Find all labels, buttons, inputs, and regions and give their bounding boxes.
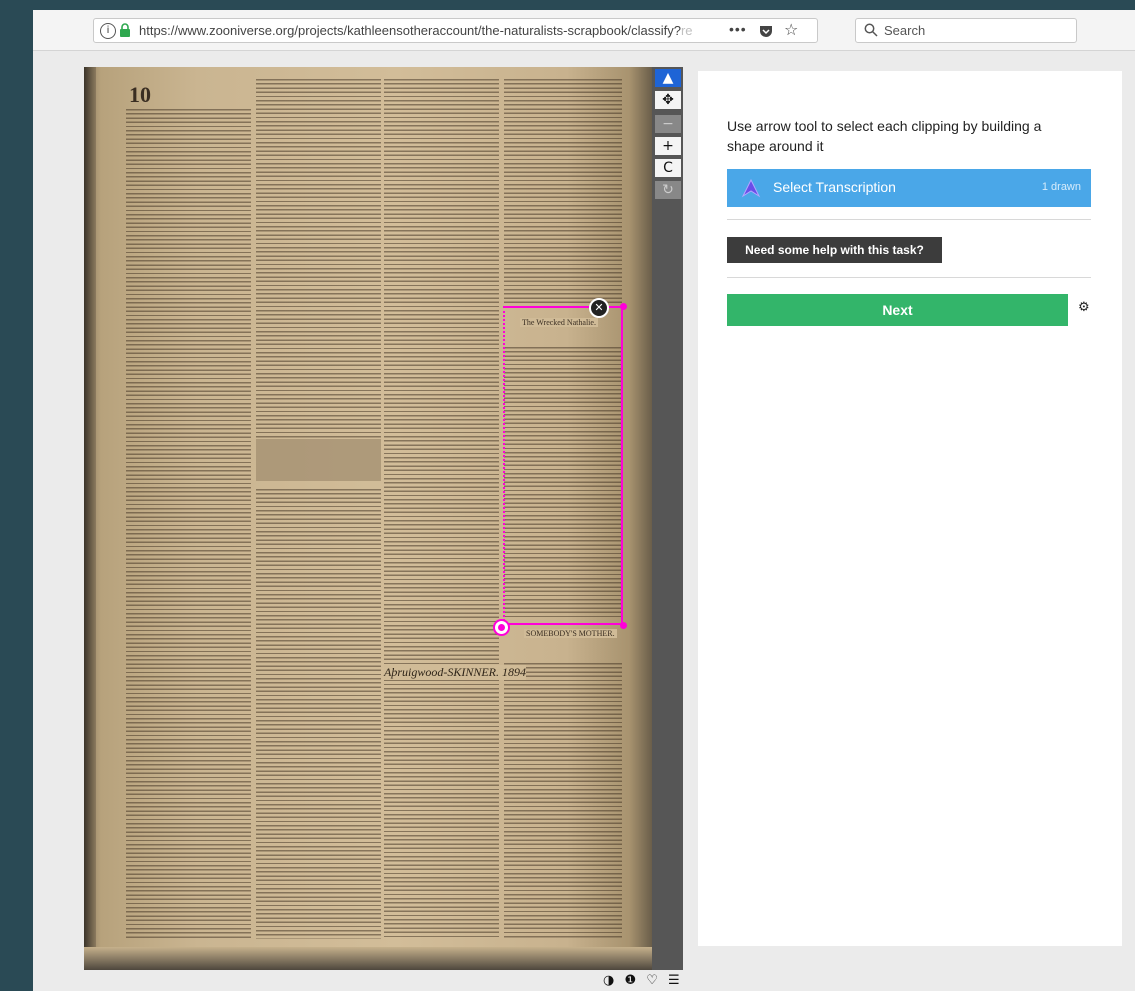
help-button[interactable]: Need some help with this task? [727, 237, 942, 263]
drawing-tool-icon [741, 178, 761, 198]
divider [727, 219, 1091, 220]
clipping-title: SOMEBODY'S MOTHER. [524, 629, 617, 638]
search-placeholder: Search [884, 23, 926, 38]
search-icon [864, 23, 878, 37]
text-column [126, 109, 251, 939]
task-instruction: Use arrow tool to select each clipping b… [727, 118, 1042, 154]
viewer-footer-controls[interactable]: ◑ ❶ ♡ ☰ [603, 973, 683, 988]
delete-shape-icon[interactable]: ✕ [589, 298, 609, 318]
text-column [256, 489, 381, 939]
next-button[interactable]: Next [727, 294, 1068, 326]
text-column [504, 663, 622, 939]
pointer-tool-icon[interactable]: ▲ [655, 69, 681, 87]
text-column [384, 79, 499, 939]
divider [727, 277, 1091, 278]
book-spine [84, 67, 96, 970]
handwritten-note: Aþruigwood-SKINNER. 1894 [384, 665, 527, 680]
zoom-in-icon[interactable]: + [655, 137, 681, 155]
gear-icon[interactable]: ⚙ [1078, 300, 1090, 315]
search-box[interactable]: Search [855, 18, 1077, 43]
subject-viewer[interactable]: 10 The Wrecked Nathalie. SOMEBODY'S MOTH… [84, 67, 683, 970]
select-transcription-tool[interactable]: Select Transcription 1 drawn [727, 169, 1091, 207]
page-number: 10 [129, 82, 151, 107]
browser-toolbar: i https://www.zooniverse.org/projects/ka… [33, 10, 1135, 51]
bookmark-star-icon[interactable]: ☆ [784, 20, 798, 39]
reset-view-icon[interactable]: C [655, 159, 681, 177]
lock-icon [120, 23, 130, 37]
move-tool-icon[interactable]: ✥ [655, 91, 681, 109]
tool-label: Select Transcription [773, 179, 896, 195]
drawn-count: 1 drawn [1041, 181, 1081, 193]
url-text: https://www.zooniverse.org/projects/kath… [139, 23, 693, 38]
zoom-out-icon[interactable]: − [655, 115, 681, 133]
vertex-handle[interactable] [620, 303, 627, 310]
illustration [256, 439, 381, 481]
text-column [256, 79, 381, 439]
page-actions-button[interactable]: ••• [729, 21, 747, 37]
selection-shape[interactable] [503, 306, 623, 625]
pocket-icon[interactable] [759, 24, 773, 38]
vertex-handle[interactable] [620, 622, 627, 629]
address-bar[interactable]: i https://www.zooniverse.org/projects/ka… [93, 18, 818, 43]
text-column [504, 79, 622, 309]
rotate-icon[interactable]: ↻ [655, 181, 681, 199]
page-shadow [84, 947, 652, 970]
task-panel: Use arrow tool to select each clipping b… [698, 71, 1122, 946]
viewer-toolbar: ▲ ✥ − + C ↻ [653, 67, 683, 207]
site-info-icon[interactable]: i [100, 23, 116, 39]
scrapbook-page-image[interactable]: 10 The Wrecked Nathalie. SOMEBODY'S MOTH… [84, 67, 652, 970]
shape-anchor-handle[interactable] [493, 619, 510, 636]
